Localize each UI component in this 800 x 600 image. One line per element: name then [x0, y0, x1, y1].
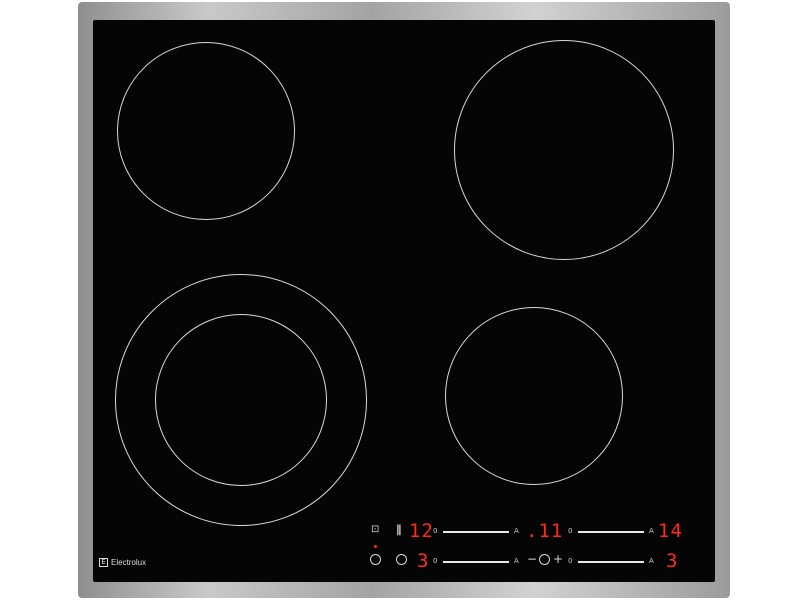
slider-max-label: A	[649, 557, 654, 565]
power-level-front-right: 3	[666, 550, 679, 572]
power-level-front-left: 3	[417, 550, 430, 572]
slider-max-label: A	[514, 557, 519, 565]
info-icon[interactable]	[370, 554, 381, 565]
power-level-rear-right: 14	[658, 520, 683, 542]
power-slider-front-right[interactable]	[578, 561, 644, 563]
cooking-zone-top-left	[117, 42, 295, 220]
timer-icon[interactable]	[539, 554, 550, 565]
bridge-icon[interactable]	[396, 554, 407, 565]
cooking-zone-bottom-right	[445, 307, 623, 485]
power-level-rear-left: 12	[409, 520, 434, 542]
lock-icon[interactable]: ⊡	[371, 524, 379, 536]
power-slider-front-left[interactable]	[443, 561, 509, 563]
slider-min-label: 0	[433, 557, 438, 565]
indicator-dot	[374, 545, 377, 548]
slider-max-label: A	[649, 527, 654, 535]
timer-plus-button[interactable]: +	[553, 553, 563, 565]
slider-min-label: 0	[568, 527, 573, 535]
slider-min-label: 0	[433, 527, 438, 535]
timer-minus-button[interactable]: −	[527, 553, 537, 565]
power-slider-rear-right[interactable]	[578, 531, 644, 533]
timer-display: .11	[526, 520, 564, 542]
cooking-zone-top-right	[454, 40, 674, 260]
electrolux-logo-icon: E	[99, 558, 108, 567]
brand-label: E Electrolux	[99, 558, 146, 567]
pause-icon[interactable]: ∥	[396, 524, 402, 536]
power-slider-rear-left[interactable]	[443, 531, 509, 533]
brand-name: Electrolux	[111, 557, 147, 567]
cooking-zone-bottom-left-inner	[155, 314, 327, 486]
slider-max-label: A	[514, 527, 519, 535]
slider-min-label: 0	[568, 557, 573, 565]
